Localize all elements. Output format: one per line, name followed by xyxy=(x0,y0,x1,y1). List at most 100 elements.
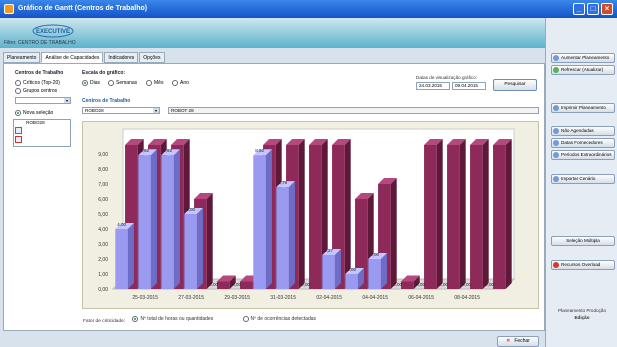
close-icon: ✕ xyxy=(506,338,511,344)
data-label: 0,00 xyxy=(485,282,494,287)
y-tick-label: 6,00 xyxy=(98,197,108,203)
calendar-icon xyxy=(553,140,559,146)
recursos-overload-button[interactable]: Recursos Overload xyxy=(551,260,615,270)
bar-series1 xyxy=(161,155,174,289)
bar-series1 xyxy=(276,187,289,289)
print-icon xyxy=(553,105,559,111)
data-label: 2,00 xyxy=(370,252,379,257)
title-bar: Gráfico de Gantt (Centros de Trabalho) _… xyxy=(0,0,617,18)
bar-series1-side xyxy=(150,149,157,289)
x-tick-label: 08-04-2015 xyxy=(454,295,480,301)
y-tick-label: 0,00 xyxy=(98,287,108,293)
bar-series1-side xyxy=(173,149,180,289)
x-tick-label: 29-03-2015 xyxy=(224,295,250,301)
maximize-button[interactable]: □ xyxy=(587,3,599,15)
bar-series2 xyxy=(240,281,253,289)
data-label: 2,27 xyxy=(324,248,333,253)
radio-mes[interactable]: Mês xyxy=(146,80,163,86)
radio-grupos[interactable]: Grupos centros xyxy=(15,88,57,94)
escala-title: Escala do gráfico: xyxy=(82,70,126,76)
date-from-input[interactable]: 24.03.2015 xyxy=(416,82,450,90)
list-item[interactable]: ROBO28 xyxy=(14,120,70,125)
x-tick-label: 31-03-2015 xyxy=(270,295,296,301)
bar-series2-side xyxy=(298,139,305,289)
fechar-button[interactable]: ✕ Fechar xyxy=(497,336,539,347)
edit-icon[interactable] xyxy=(15,127,22,134)
filter-label: Filtro: CENTRO DE TRABALHO xyxy=(4,40,76,46)
importar-cenario-button[interactable]: Importar Cenário xyxy=(551,174,615,184)
date-to-input[interactable]: 09.04.2015 xyxy=(452,82,486,90)
bar-series2 xyxy=(470,145,483,289)
bar-series2-side xyxy=(390,178,397,289)
bar-series2 xyxy=(309,145,322,289)
centro-select[interactable]: ROBO28 ▾ xyxy=(82,107,160,114)
radio-criticos[interactable]: Críticos (Top-20) xyxy=(15,80,60,86)
refrescar-button[interactable]: Refrescar (Atualizar) xyxy=(551,65,615,75)
radio-ocorrencias[interactable]: Nº de ocorrências detectadas xyxy=(242,316,316,322)
bar-series2-side xyxy=(505,139,512,289)
close-window-button[interactable]: × xyxy=(601,3,613,15)
bar-series1 xyxy=(322,254,335,289)
x-tick-label: 04-04-2015 xyxy=(362,295,388,301)
x-tick-label: 27-03-2015 xyxy=(178,295,204,301)
grupos-select[interactable]: ▾ xyxy=(15,97,71,104)
tab-planeamento[interactable]: Planeamento xyxy=(3,52,41,63)
data-label: 0,00 xyxy=(416,282,425,287)
bar-series1 xyxy=(184,214,197,289)
y-tick-label: 3,00 xyxy=(98,242,108,248)
header-banner: EXECUTIVE Filtro: CENTRO DE TRABALHO xyxy=(0,18,545,48)
bar-series1-side xyxy=(334,248,341,289)
list-icon xyxy=(553,128,559,134)
bar-series2 xyxy=(424,145,437,289)
periodos-button[interactable]: Períodos Extraordinários xyxy=(551,150,615,160)
radio-nova-selecao[interactable]: Nova seleção xyxy=(15,110,53,116)
minimize-button[interactable]: _ xyxy=(573,3,585,15)
data-label: 0,00 xyxy=(462,282,471,287)
bar-series2-side xyxy=(459,139,466,289)
capacity-chart: 0,00 1,00 2,00 3,00 4,00 5,00 6,00 7,00 8,00 9,00… xyxy=(98,128,516,301)
bar-series2 xyxy=(217,281,230,289)
radio-total-horas[interactable]: Nº total de horas ou quantidades xyxy=(132,316,213,322)
bar-series1-side xyxy=(265,149,272,289)
criticidade-row: Fator de criticidade: Nº total de horas … xyxy=(83,316,316,324)
clock-icon xyxy=(553,152,559,158)
centros-title: Centros de Trabalho xyxy=(15,70,64,76)
bar-series2-side xyxy=(482,139,489,289)
radio-dias[interactable]: Dias xyxy=(82,80,100,86)
bar-series1 xyxy=(345,274,358,289)
chart-frame: 0,00 1,00 2,00 3,00 4,00 5,00 6,00 7,00 8,00 9,00… xyxy=(82,121,539,309)
criticidade-label: Fator de criticidade: xyxy=(83,319,126,324)
x-tick-label: 25-03-2015 xyxy=(132,295,158,301)
app-icon xyxy=(4,4,14,14)
data-label: 8,92 xyxy=(163,148,172,153)
dates-label: Datas de visualização gráfico: xyxy=(416,75,478,80)
import-icon xyxy=(553,176,559,182)
data-label: 0,00 xyxy=(232,282,241,287)
bar-series1 xyxy=(115,229,128,289)
delete-icon[interactable] xyxy=(15,136,22,143)
centros2-title: Centros de Trabalho xyxy=(82,98,131,104)
y-tick-label: 5,00 xyxy=(98,212,108,218)
bar-series2-side xyxy=(206,193,213,289)
selecao-multipla-button[interactable]: Seleção Múltipla xyxy=(551,236,615,246)
data-label: 0,00 xyxy=(209,282,218,287)
centro-description: ROBOT 28 xyxy=(168,107,539,114)
data-label: 0,00 xyxy=(393,282,402,287)
aumentar-button[interactable]: Aumentar Planeamento xyxy=(551,53,615,63)
alert-icon xyxy=(553,262,559,268)
datas-fornecedores-button[interactable]: Datas Fornecedores xyxy=(551,138,615,148)
bar-series1 xyxy=(253,155,266,289)
bar-series1-side xyxy=(196,208,203,289)
tab-indicadores[interactable]: Indicadores xyxy=(104,52,139,63)
tab-opcoes[interactable]: Opções xyxy=(139,52,165,63)
radio-semanas[interactable]: Semanas xyxy=(108,80,137,86)
nao-agendadas-button[interactable]: Não Agendadas xyxy=(551,126,615,136)
data-label: 6,79 xyxy=(278,180,287,185)
imprimir-button[interactable]: Imprimir Planeamento xyxy=(551,103,615,113)
search-button[interactable]: Pesquisar xyxy=(493,79,537,91)
plan-mode: Edição xyxy=(574,315,590,320)
tab-analise-capacidades[interactable]: Análise de Capacidades xyxy=(41,52,104,63)
y-tick-label: 2,00 xyxy=(98,257,108,263)
radio-ano[interactable]: Ano xyxy=(172,80,189,86)
bar-series1-side xyxy=(127,223,134,289)
